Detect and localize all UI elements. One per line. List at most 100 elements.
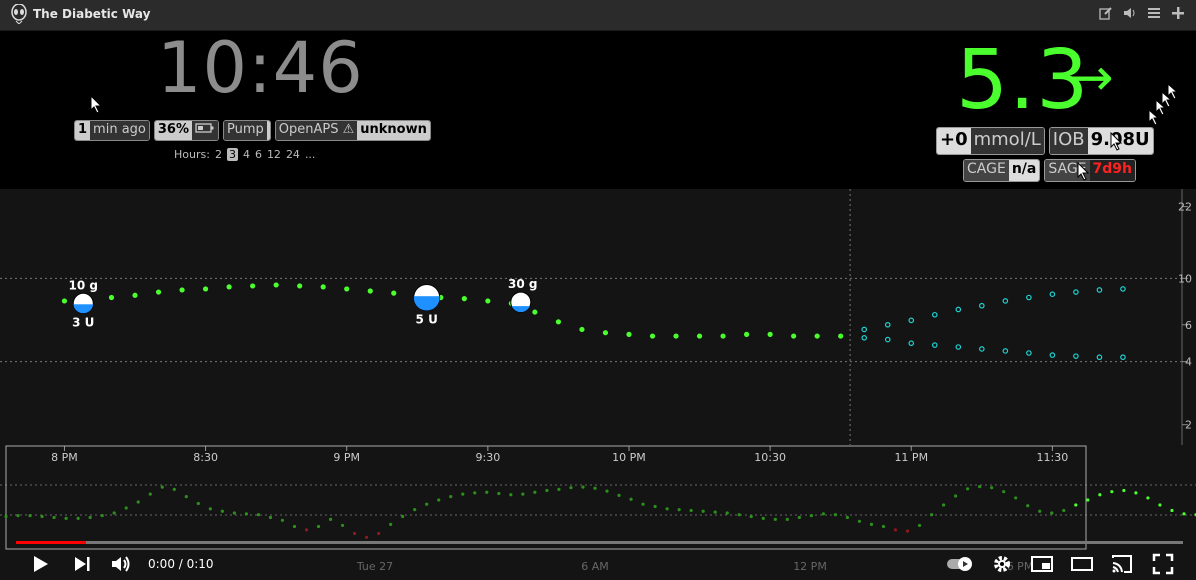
bg-reading-point	[485, 298, 491, 304]
hours-option-3[interactable]: 3	[226, 148, 238, 161]
overview-point	[521, 492, 525, 496]
device-ages: CAGE n/a SAGE 7d9h	[963, 159, 1136, 182]
overview-point	[677, 508, 681, 512]
overview-point	[773, 517, 777, 521]
bg-reading-point	[273, 282, 279, 288]
treatment-marker: 10 g 3 U	[69, 278, 98, 329]
bg-reading-point	[602, 330, 609, 336]
fullscreen-icon[interactable]	[1152, 553, 1174, 575]
overview-point	[785, 517, 789, 521]
overview-point	[797, 515, 801, 520]
overview-point	[401, 514, 405, 519]
hours-option-more[interactable]: ...	[305, 148, 316, 161]
overview-point	[569, 486, 573, 490]
overview-point	[485, 490, 489, 494]
overview-point	[232, 511, 236, 515]
autoplay-toggle-icon[interactable]	[945, 553, 975, 575]
overview-point	[136, 500, 140, 504]
last-reading-pill[interactable]: 1 min ago	[74, 120, 150, 141]
speaker-icon[interactable]	[1122, 6, 1138, 22]
overview-tick-label: 12 PM	[793, 560, 827, 573]
overview-point	[593, 486, 597, 490]
x-tick-label: 10:30	[754, 451, 786, 464]
overview-point	[16, 514, 20, 518]
settings-gear-icon[interactable]	[991, 553, 1013, 575]
overview-point	[377, 531, 381, 536]
battery-pill[interactable]: 36%	[153, 120, 219, 141]
overview-point	[833, 513, 837, 517]
cage-pill[interactable]: CAGE n/a	[963, 159, 1041, 182]
units-label: mmol/L	[970, 128, 1044, 154]
y-tick-label: 10	[1178, 272, 1192, 285]
play-icon[interactable]	[29, 553, 51, 575]
overview-point	[1158, 503, 1162, 507]
overview-point	[88, 515, 92, 520]
overview-point	[1098, 493, 1102, 497]
x-tick-label: 10 PM	[612, 451, 646, 464]
overview-point	[497, 491, 501, 496]
overview-point	[292, 524, 297, 529]
bg-reading-point	[838, 333, 844, 339]
miniplayer-icon[interactable]	[1031, 553, 1053, 575]
pump-pill[interactable]: Pump	[223, 120, 271, 141]
hours-selector: Hours: 2 3 4 6 12 24 ...	[174, 148, 315, 161]
hours-option-2[interactable]: 2	[215, 148, 222, 161]
overview-point	[689, 508, 693, 513]
video-progress-bar[interactable]	[16, 541, 1183, 544]
overview-point	[1062, 508, 1066, 513]
overview-point	[966, 487, 970, 491]
cursor-trail-icon	[1148, 82, 1179, 126]
plus-icon[interactable]	[1170, 6, 1186, 22]
overview-point	[917, 523, 922, 528]
overview-tick-label: 6 AM	[581, 560, 609, 573]
bg-reading-point	[461, 296, 467, 302]
carbs-label: 30 g	[508, 277, 537, 291]
overview-point	[990, 486, 994, 490]
overview-point	[148, 492, 152, 496]
overview-point	[881, 524, 886, 529]
overview-point	[1074, 503, 1078, 507]
current-time: 10:46	[157, 27, 364, 109]
cage-label: CAGE	[964, 160, 1009, 181]
delta-pill[interactable]: +0 mmol/L	[936, 127, 1045, 155]
insulin-label: 5 U	[416, 312, 438, 326]
overview-point	[268, 515, 273, 520]
openaps-pill[interactable]: OpenAPS ⚠ unknown	[274, 120, 431, 141]
theater-mode-icon[interactable]	[1071, 553, 1093, 575]
volume-icon[interactable]	[110, 553, 132, 575]
overview-point	[1122, 488, 1126, 493]
overview-point	[665, 507, 669, 511]
insulin-label: 3 U	[72, 315, 94, 329]
trend-arrow-icon: →	[1070, 48, 1114, 108]
overview-point	[1146, 496, 1150, 500]
hours-option-6[interactable]: 6	[255, 148, 262, 161]
mouse-cursor-icon	[90, 95, 103, 114]
overview-point	[701, 509, 705, 513]
overview-point	[893, 528, 898, 532]
overview-point	[953, 494, 958, 498]
overview-point	[641, 502, 645, 506]
bg-reading-point	[61, 298, 68, 304]
edit-icon[interactable]	[1098, 6, 1114, 22]
minutes-value: 1	[75, 121, 91, 140]
cast-icon[interactable]	[1111, 553, 1133, 575]
overview-point	[425, 502, 429, 506]
hours-option-4[interactable]: 4	[243, 148, 250, 161]
overview-point	[28, 514, 32, 518]
overview-point	[449, 495, 453, 499]
iob-pill[interactable]: IOB 9.08U	[1048, 127, 1154, 155]
overview-point	[413, 508, 417, 512]
menu-icon[interactable]	[1146, 6, 1162, 22]
bg-reading-point	[320, 284, 326, 290]
x-tick-label: 11:30	[1037, 451, 1069, 464]
overview-point	[4, 514, 8, 519]
overview-point	[905, 529, 910, 533]
next-icon[interactable]	[71, 553, 93, 575]
hours-option-12[interactable]: 12	[267, 148, 281, 161]
hours-option-24[interactable]: 24	[286, 148, 300, 161]
overview-point	[52, 515, 56, 520]
glucose-chart[interactable]: 22 10 6 4 2 8 PM 8:30 9 PM 9:30 10 PM 10:30 11 PM 1…	[0, 189, 1196, 580]
overview-point	[821, 512, 825, 516]
openaps-value: unknown	[357, 121, 430, 140]
overview-point	[605, 489, 609, 493]
